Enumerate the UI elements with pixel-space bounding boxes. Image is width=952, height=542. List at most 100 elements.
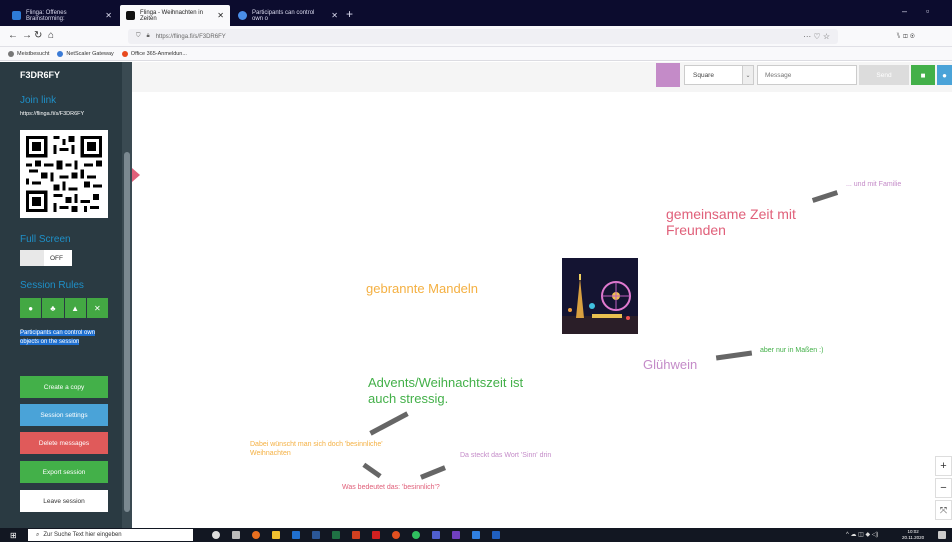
create-copy-button[interactable]: Create a copy (20, 376, 108, 398)
toggle-state: OFF (50, 254, 63, 262)
teams-icon[interactable] (432, 531, 440, 539)
session-rules-heading: Session Rules (20, 280, 84, 291)
note-wort-sinn[interactable]: Da steckt das Wort 'Sinn' drin (460, 452, 551, 459)
bookmark-label: Meistbesucht (17, 50, 50, 57)
acrobat-icon[interactable] (372, 531, 380, 539)
shape-select-value: Square (693, 71, 714, 79)
tab-title: Flinga - Weihnachten in Zeiten (140, 9, 203, 22)
rules-description: Participants can control own objects on … (20, 329, 108, 347)
tab-title: Participants can control own o (252, 9, 315, 22)
fullscreen-heading: Full Screen (20, 234, 71, 245)
bookmark-label: NetScaler Gateway (66, 50, 114, 57)
collapse-arrow-icon[interactable] (132, 168, 140, 182)
fit-screen-button[interactable]: ⤧ (935, 500, 952, 520)
sidebar-scroll-thumb[interactable] (124, 152, 130, 512)
tab-favicon-icon (126, 11, 135, 20)
rule-group-icon[interactable]: ♣ (42, 298, 64, 318)
task-view-icon[interactable] (232, 531, 240, 539)
color-picker[interactable] (656, 63, 680, 87)
app-icon[interactable] (472, 531, 480, 539)
url-text: https://flinga.fi/s/F3DR6FY (155, 33, 226, 40)
windows-start-icon[interactable]: ⊞ (10, 531, 17, 540)
info-icon[interactable]: ● (937, 65, 952, 85)
windows-taskbar: ⊞ ⌕ Zur Suche Text hier eingeben ^ ☁ ◫ ◆… (0, 528, 952, 542)
rule-circle-icon[interactable]: ● (20, 298, 42, 318)
app-icon[interactable] (492, 531, 500, 539)
globe-icon (57, 50, 64, 57)
zoom-in-button[interactable]: + (935, 456, 952, 476)
home-icon[interactable]: ⌂ (48, 30, 54, 41)
toggle-knob (20, 250, 44, 266)
message-input[interactable] (757, 65, 857, 85)
cortana-icon[interactable] (212, 531, 220, 539)
session-settings-button[interactable]: Session settings (20, 404, 108, 426)
qr-code (20, 130, 108, 218)
join-link-heading: Join link (20, 95, 57, 106)
office-icon (121, 50, 128, 57)
camera-icon[interactable]: ■ (911, 65, 935, 85)
app-icon[interactable] (392, 531, 400, 539)
send-button[interactable]: Send (859, 65, 909, 85)
tab-close-icon[interactable]: ✕ (331, 11, 338, 20)
note-besinnliche-weihnachten[interactable]: Dabei wünscht man sich doch 'besinnliche… (250, 440, 383, 458)
note-gebrannte-mandeln[interactable]: gebrannte Mandeln (366, 281, 478, 296)
search-icon: ⌕ (36, 531, 40, 538)
outlook-icon[interactable] (292, 531, 300, 539)
leave-session-button[interactable]: Leave session (20, 490, 108, 512)
tab-participants[interactable]: Participants can control own o ✕ (232, 5, 344, 26)
tab-favicon-icon (12, 11, 21, 20)
session-id: F3DR6FY (20, 70, 61, 80)
notification-icon[interactable] (938, 531, 946, 539)
explorer-icon[interactable] (272, 531, 280, 539)
back-icon[interactable]: ← (8, 30, 18, 41)
browser-nav-bar: ← → ↻ ⌂ ⛉ 🔒︎ https://flinga.fi/s/F3DR6FY… (0, 26, 952, 47)
bookmarks-bar: Meistbesucht NetScaler Gateway Office 36… (0, 47, 952, 61)
note-familie[interactable]: ... und mit Familie (846, 181, 901, 188)
maximize-icon[interactable]: ▫ (926, 6, 929, 16)
url-actions[interactable]: ··· ♡ ☆ (803, 32, 830, 41)
tab-title: Flinga: Offenes Brainstorming: (26, 9, 67, 22)
bookmark-office365[interactable]: Office 365-Anmeldun... (121, 50, 187, 57)
session-sidebar: F3DR6FY Join link https://flinga.fi/s/F3… (0, 62, 132, 528)
export-session-button[interactable]: Export session (20, 461, 108, 483)
reload-icon[interactable]: ↻ (34, 30, 42, 41)
bookmark-netscaler[interactable]: NetScaler Gateway (57, 50, 114, 57)
join-url[interactable]: https://flinga.fi/s/F3DR6FY (20, 111, 84, 117)
shape-select[interactable]: Square ⌄ (684, 65, 754, 85)
tab-flinga-weihnachten[interactable]: Flinga - Weihnachten in Zeiten ✕ (120, 5, 230, 26)
tab-close-icon[interactable]: ✕ (105, 11, 112, 20)
excel-icon[interactable] (332, 531, 340, 539)
minimize-icon[interactable]: – (902, 6, 907, 16)
powerpoint-icon[interactable] (352, 531, 360, 539)
clock-date: 20.11.2020 (902, 535, 925, 540)
system-tray[interactable]: ^ ☁ ◫ ◆ ◁) (846, 531, 878, 538)
note-advent-stressig[interactable]: Advents/Weihnachtszeit ist auch stressig… (368, 375, 523, 407)
rule-close-icon[interactable]: ✕ (86, 298, 108, 318)
note-gluehwein[interactable]: Glühwein (643, 357, 697, 372)
rule-person-icon[interactable]: ▲ (64, 298, 86, 318)
rules-description-text: Participants can control own objects on … (20, 330, 96, 345)
tab-close-icon[interactable]: ✕ (217, 11, 224, 20)
taskbar-search-placeholder: Zur Suche Text hier eingeben (43, 532, 122, 538)
christmas-market-image[interactable] (562, 258, 638, 334)
url-bar[interactable]: ⛉ 🔒︎ https://flinga.fi/s/F3DR6FY ··· ♡ ☆ (128, 29, 838, 44)
fullscreen-toggle[interactable]: OFF (20, 250, 72, 266)
onenote-icon[interactable] (452, 531, 460, 539)
firefox-icon[interactable] (252, 531, 260, 539)
delete-messages-button[interactable]: Delete messages (20, 432, 108, 454)
bookmark-label: Office 365-Anmeldun... (130, 50, 187, 57)
forward-icon[interactable]: → (22, 30, 32, 41)
new-tab-button[interactable]: + (346, 7, 353, 21)
bookmark-meistbesucht[interactable]: Meistbesucht (8, 50, 50, 57)
note-was-bedeutet[interactable]: Was bedeutet das: 'besinnlich'? (342, 484, 440, 491)
taskbar-clock[interactable]: 10:02 20.11.2020 (902, 529, 924, 541)
zoom-out-button[interactable]: − (935, 478, 952, 498)
gear-icon (8, 50, 14, 57)
note-in-massen[interactable]: aber nur in Maßen :) (760, 347, 823, 354)
tab-flinga-brainstorming[interactable]: Flinga: Offenes Brainstorming: ✕ (6, 5, 118, 26)
word-icon[interactable] (312, 531, 320, 539)
whatsapp-icon[interactable] (412, 531, 420, 539)
library-icons[interactable]: ⑊ ◫ ◉ (896, 31, 915, 40)
taskbar-search[interactable]: ⌕ Zur Suche Text hier eingeben (28, 529, 193, 541)
note-gemeinsame-zeit[interactable]: gemeinsame Zeit mit Freunden (666, 206, 796, 238)
